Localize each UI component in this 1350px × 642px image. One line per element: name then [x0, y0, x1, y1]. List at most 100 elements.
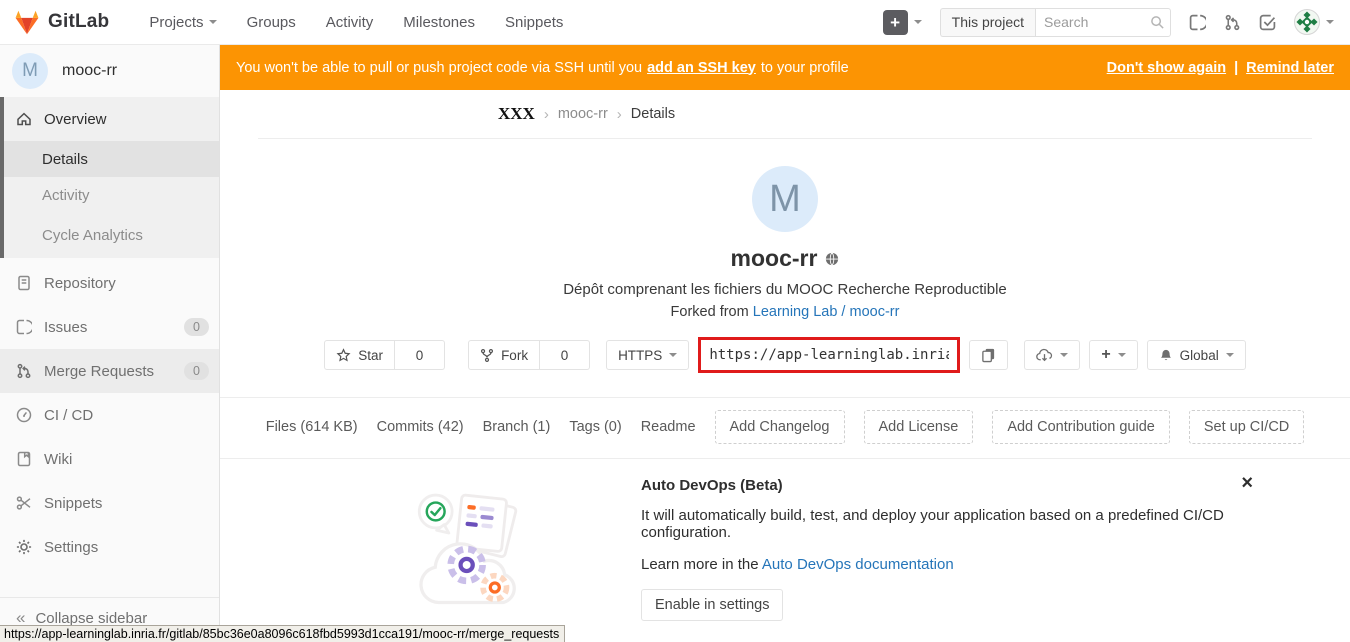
breadcrumb-group[interactable]: XXX [498, 104, 535, 124]
project-sidebar: M mooc-rr Overview Details Activity Cycl… [0, 45, 220, 642]
devops-illustration [410, 488, 528, 610]
close-icon[interactable]: × [1241, 473, 1253, 493]
enable-in-settings-button[interactable]: Enable in settings [641, 589, 783, 621]
merge-requests-icon[interactable] [1224, 14, 1241, 31]
project-avatar: M [752, 166, 818, 232]
search-input[interactable] [1044, 14, 1144, 30]
new-dropdown[interactable]: + [883, 10, 922, 35]
breadcrumb-page: Details [631, 106, 675, 122]
remind-later-link[interactable]: Remind later [1246, 60, 1334, 76]
annotation-highlight-red [698, 337, 960, 373]
sidebar-item-wiki[interactable]: Wiki [0, 437, 219, 481]
notification-dropdown[interactable]: Global [1147, 340, 1246, 370]
fork-count[interactable]: 0 [540, 340, 590, 370]
clone-url-input[interactable] [701, 340, 957, 370]
search-box[interactable] [1035, 8, 1171, 37]
chevron-down-icon [1118, 353, 1126, 357]
copy-url-button[interactable] [969, 340, 1008, 370]
chevron-down-icon [1226, 353, 1234, 357]
project-title: mooc-rr [731, 245, 818, 272]
bell-icon [1159, 348, 1173, 363]
sidebar-item-details[interactable]: Details [4, 141, 219, 177]
sidebar-item-issues[interactable]: Issues 0 [0, 305, 219, 349]
breadcrumb-project[interactable]: mooc-rr [558, 106, 608, 122]
search-scope-label: This project [940, 8, 1035, 37]
banner-divider: | [1234, 60, 1238, 76]
fork-icon [480, 348, 494, 363]
banner-message-suffix: to your profile [761, 60, 849, 76]
fork-button[interactable]: Fork [468, 340, 540, 370]
add-ssh-key-link[interactable]: add an SSH key [647, 60, 756, 76]
book-icon [16, 451, 32, 467]
public-globe-icon [825, 252, 839, 266]
search-combo: This project [940, 8, 1171, 37]
top-navbar: GitLab Projects Groups Activity Mileston… [0, 0, 1350, 45]
star-button[interactable]: Star [324, 340, 395, 370]
readme-link[interactable]: Readme [641, 419, 696, 435]
tags-link[interactable]: Tags (0) [569, 419, 621, 435]
setup-cicd-button[interactable]: Set up CI/CD [1189, 410, 1304, 444]
protocol-dropdown[interactable]: HTTPS [606, 340, 689, 370]
user-menu[interactable] [1294, 9, 1334, 35]
scissors-icon [16, 495, 32, 511]
gauge-icon [16, 407, 32, 423]
tanuki-icon [14, 10, 40, 35]
project-avatar-small: M [12, 53, 48, 89]
devops-learn-line: Learn more in the Auto DevOps documentat… [641, 556, 1301, 573]
todos-icon[interactable] [1259, 14, 1276, 31]
branches-link[interactable]: Branch (1) [483, 419, 551, 435]
sidebar-item-merge-requests[interactable]: Merge Requests 0 [0, 349, 219, 393]
ssh-warning-banner: You won't be able to pull or push projec… [220, 45, 1350, 90]
issues-icon[interactable] [1189, 14, 1206, 31]
nav-activity[interactable]: Activity [326, 14, 374, 31]
document-icon [16, 275, 32, 291]
chevron-down-icon [669, 353, 677, 357]
auto-devops-banner: Auto DevOps (Beta) It will automatically… [220, 459, 1350, 642]
nav-milestones[interactable]: Milestones [403, 14, 475, 31]
breadcrumb-separator: › [617, 106, 622, 123]
add-dropdown[interactable]: + [1089, 340, 1137, 370]
plus-icon: + [1101, 346, 1110, 364]
issues-icon [16, 319, 32, 335]
forked-from-line: Forked from Learning Lab / mooc-rr [671, 304, 900, 320]
download-dropdown[interactable] [1024, 340, 1080, 370]
star-count[interactable]: 0 [395, 340, 445, 370]
chevron-down-icon [1326, 20, 1334, 24]
issues-count-badge: 0 [184, 318, 209, 336]
dont-show-again-link[interactable]: Don't show again [1107, 60, 1226, 76]
breadcrumb: XXX › mooc-rr › Details [258, 90, 1312, 139]
commits-link[interactable]: Commits (42) [377, 419, 464, 435]
add-changelog-button[interactable]: Add Changelog [715, 410, 845, 444]
forked-from-link[interactable]: Learning Lab / mooc-rr [753, 304, 900, 320]
main-content: XXX › mooc-rr › Details M mooc-rr Dépôt … [220, 90, 1350, 642]
chevron-down-icon [209, 20, 217, 24]
sidebar-project-header[interactable]: M mooc-rr [0, 45, 219, 97]
add-license-button[interactable]: Add License [864, 410, 974, 444]
devops-doc-link[interactable]: Auto DevOps documentation [762, 556, 954, 573]
home-icon [16, 111, 32, 127]
sidebar-item-repository[interactable]: Repository [0, 261, 219, 305]
brand-name: GitLab [48, 11, 109, 33]
files-link[interactable]: Files (614 KB) [266, 419, 358, 435]
banner-message: You won't be able to pull or push projec… [236, 60, 642, 76]
search-icon [1150, 15, 1165, 30]
project-stats-bar: Files (614 KB) Commits (42) Branch (1) T… [220, 398, 1350, 458]
sidebar-item-cycle-analytics[interactable]: Cycle Analytics [4, 213, 219, 258]
plus-icon: + [883, 10, 908, 35]
chevron-down-icon [914, 20, 922, 24]
nav-projects[interactable]: Projects [149, 14, 216, 31]
sidebar-item-cicd[interactable]: CI / CD [0, 393, 219, 437]
clipboard-icon [981, 347, 996, 363]
sidebar-item-settings[interactable]: Settings [0, 525, 219, 569]
nav-groups[interactable]: Groups [247, 14, 296, 31]
sidebar-item-activity[interactable]: Activity [4, 177, 219, 213]
gitlab-logo[interactable]: GitLab [0, 10, 123, 35]
nav-snippets[interactable]: Snippets [505, 14, 563, 31]
add-contribution-guide-button[interactable]: Add Contribution guide [992, 410, 1170, 444]
chevron-down-icon [1060, 353, 1068, 357]
sidebar-item-overview[interactable]: Overview [4, 97, 219, 141]
mr-count-badge: 0 [184, 362, 209, 380]
sidebar-item-snippets[interactable]: Snippets [0, 481, 219, 525]
devops-description: It will automatically build, test, and d… [641, 507, 1301, 541]
sidebar-project-name: mooc-rr [62, 62, 117, 80]
